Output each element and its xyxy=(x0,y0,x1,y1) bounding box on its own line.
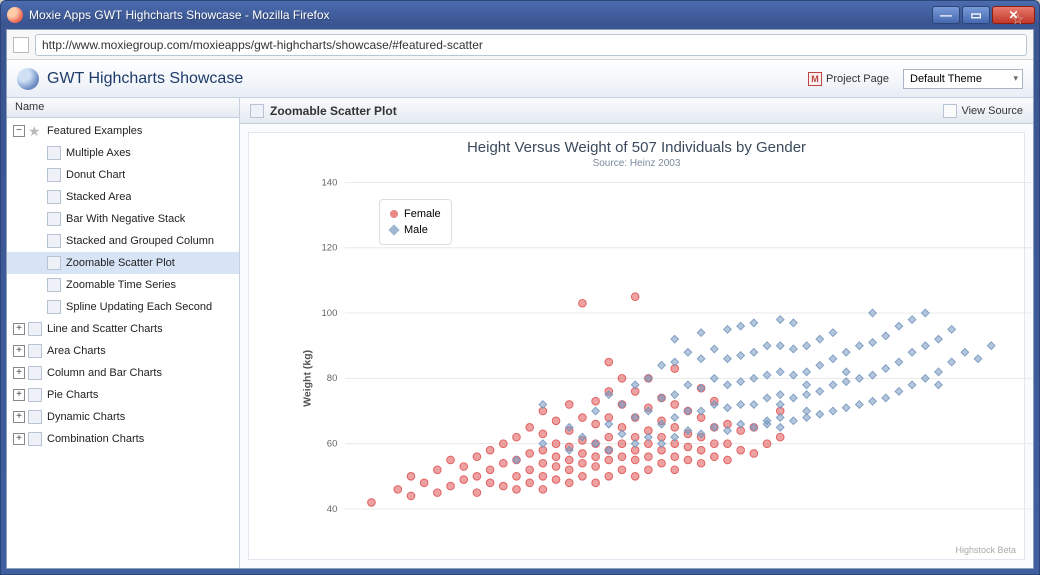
collapse-icon[interactable]: − xyxy=(13,125,25,137)
chart-icon xyxy=(47,300,61,314)
tree-header: Name xyxy=(7,98,239,118)
tree-node-featured[interactable]: − ★ Featured Examples xyxy=(7,120,239,142)
expand-icon[interactable]: + xyxy=(13,389,25,401)
svg-text:120: 120 xyxy=(321,243,337,254)
window-title: Moxie Apps GWT Highcharts Showcase - Moz… xyxy=(29,8,932,22)
scatter-icon xyxy=(250,104,264,118)
star-icon: ★ xyxy=(28,124,42,138)
svg-text:80: 80 xyxy=(327,373,338,384)
legend-marker-circle-icon xyxy=(390,210,398,218)
example-tree[interactable]: − ★ Featured Examples Multiple Axes Donu… xyxy=(7,118,239,568)
cat-icon xyxy=(28,366,42,380)
tree-node-donut[interactable]: Donut Chart xyxy=(7,164,239,186)
window-titlebar[interactable]: Moxie Apps GWT Highcharts Showcase - Moz… xyxy=(1,1,1039,29)
app-header: GWT Highcharts Showcase M Project Page D… xyxy=(7,60,1033,98)
tree-node-dynamic-charts[interactable]: +Dynamic Charts xyxy=(7,406,239,428)
panel-title: Zoomable Scatter Plot xyxy=(270,104,943,118)
address-bar: ☆ xyxy=(7,30,1033,60)
chart-legend[interactable]: Female Male xyxy=(379,199,452,245)
expand-icon[interactable]: + xyxy=(13,323,25,335)
firefox-icon xyxy=(7,7,23,23)
chart-icon xyxy=(47,190,61,204)
svg-text:140: 140 xyxy=(321,177,337,188)
expand-icon[interactable]: + xyxy=(13,367,25,379)
tree-node-pie-charts[interactable]: +Pie Charts xyxy=(7,384,239,406)
sidebar: Name − ★ Featured Examples Multiple Axes… xyxy=(7,98,240,568)
view-source-link[interactable]: View Source xyxy=(961,105,1023,117)
chart-icon xyxy=(47,212,61,226)
tree-node-spline-updating[interactable]: Spline Updating Each Second xyxy=(7,296,239,318)
expand-icon[interactable]: + xyxy=(13,345,25,357)
chart-title: Height Versus Weight of 507 Individuals … xyxy=(249,139,1024,156)
tree-node-area-charts[interactable]: +Area Charts xyxy=(7,340,239,362)
browser-client: ☆ GWT Highcharts Showcase M Project Page… xyxy=(6,29,1034,569)
chart-subtitle: Source: Heinz 2003 xyxy=(249,158,1024,169)
cat-icon xyxy=(28,410,42,424)
tree-node-zoomable-scatter[interactable]: Zoomable Scatter Plot xyxy=(7,252,239,274)
tree-node-stacked-column[interactable]: Stacked and Grouped Column xyxy=(7,230,239,252)
svg-text:60: 60 xyxy=(327,439,338,450)
workspace: Name − ★ Featured Examples Multiple Axes… xyxy=(7,98,1033,568)
chart-icon xyxy=(47,278,61,292)
cat-icon xyxy=(28,322,42,336)
tree-node-multiple-axes[interactable]: Multiple Axes xyxy=(7,142,239,164)
tree-node-combination-charts[interactable]: +Combination Charts xyxy=(7,428,239,450)
cat-icon xyxy=(28,432,42,446)
theme-select[interactable]: Default Theme ▾ xyxy=(903,69,1023,89)
tree-node-column-bar[interactable]: +Column and Bar Charts xyxy=(7,362,239,384)
source-icon xyxy=(943,104,957,118)
panel-header: Zoomable Scatter Plot View Source xyxy=(240,98,1033,124)
theme-select-value: Default Theme xyxy=(910,73,982,85)
app-logo-icon xyxy=(17,68,39,90)
chart-icon xyxy=(47,168,61,182)
chart-credit[interactable]: Highstock Beta xyxy=(955,545,1016,555)
chevron-down-icon: ▾ xyxy=(1013,73,1018,84)
cat-icon xyxy=(28,344,42,358)
legend-item-female[interactable]: Female xyxy=(390,206,441,222)
project-page-link[interactable]: Project Page xyxy=(826,73,889,85)
bookmark-star-icon[interactable]: ☆ xyxy=(1011,11,1024,28)
svg-text:100: 100 xyxy=(321,308,337,319)
tree-node-negative-bar[interactable]: Bar With Negative Stack xyxy=(7,208,239,230)
expand-icon[interactable]: + xyxy=(13,433,25,445)
tree-node-zoomable-time[interactable]: Zoomable Time Series xyxy=(7,274,239,296)
chart-icon xyxy=(47,146,61,160)
chart-icon xyxy=(47,256,61,270)
firefox-window: Moxie Apps GWT Highcharts Showcase - Moz… xyxy=(0,0,1040,575)
minimize-button[interactable]: — xyxy=(932,6,960,24)
chart-area[interactable]: Height Versus Weight of 507 Individuals … xyxy=(248,132,1025,560)
tree-node-stacked-area[interactable]: Stacked Area xyxy=(7,186,239,208)
chart-icon xyxy=(47,234,61,248)
legend-marker-diamond-icon xyxy=(388,224,399,235)
tree-node-line-scatter[interactable]: +Line and Scatter Charts xyxy=(7,318,239,340)
cat-icon xyxy=(28,388,42,402)
legend-item-male[interactable]: Male xyxy=(390,222,441,238)
main-panel: Zoomable Scatter Plot View Source Height… xyxy=(240,98,1033,568)
svg-text:40: 40 xyxy=(327,504,338,515)
project-page-icon: M xyxy=(808,72,822,86)
maximize-button[interactable]: ▭ xyxy=(962,6,990,24)
url-input[interactable] xyxy=(35,34,1027,56)
app-title: GWT Highcharts Showcase xyxy=(47,70,808,88)
expand-icon[interactable]: + xyxy=(13,411,25,423)
page-icon xyxy=(13,37,29,53)
svg-text:Weight (kg): Weight (kg) xyxy=(303,350,314,407)
